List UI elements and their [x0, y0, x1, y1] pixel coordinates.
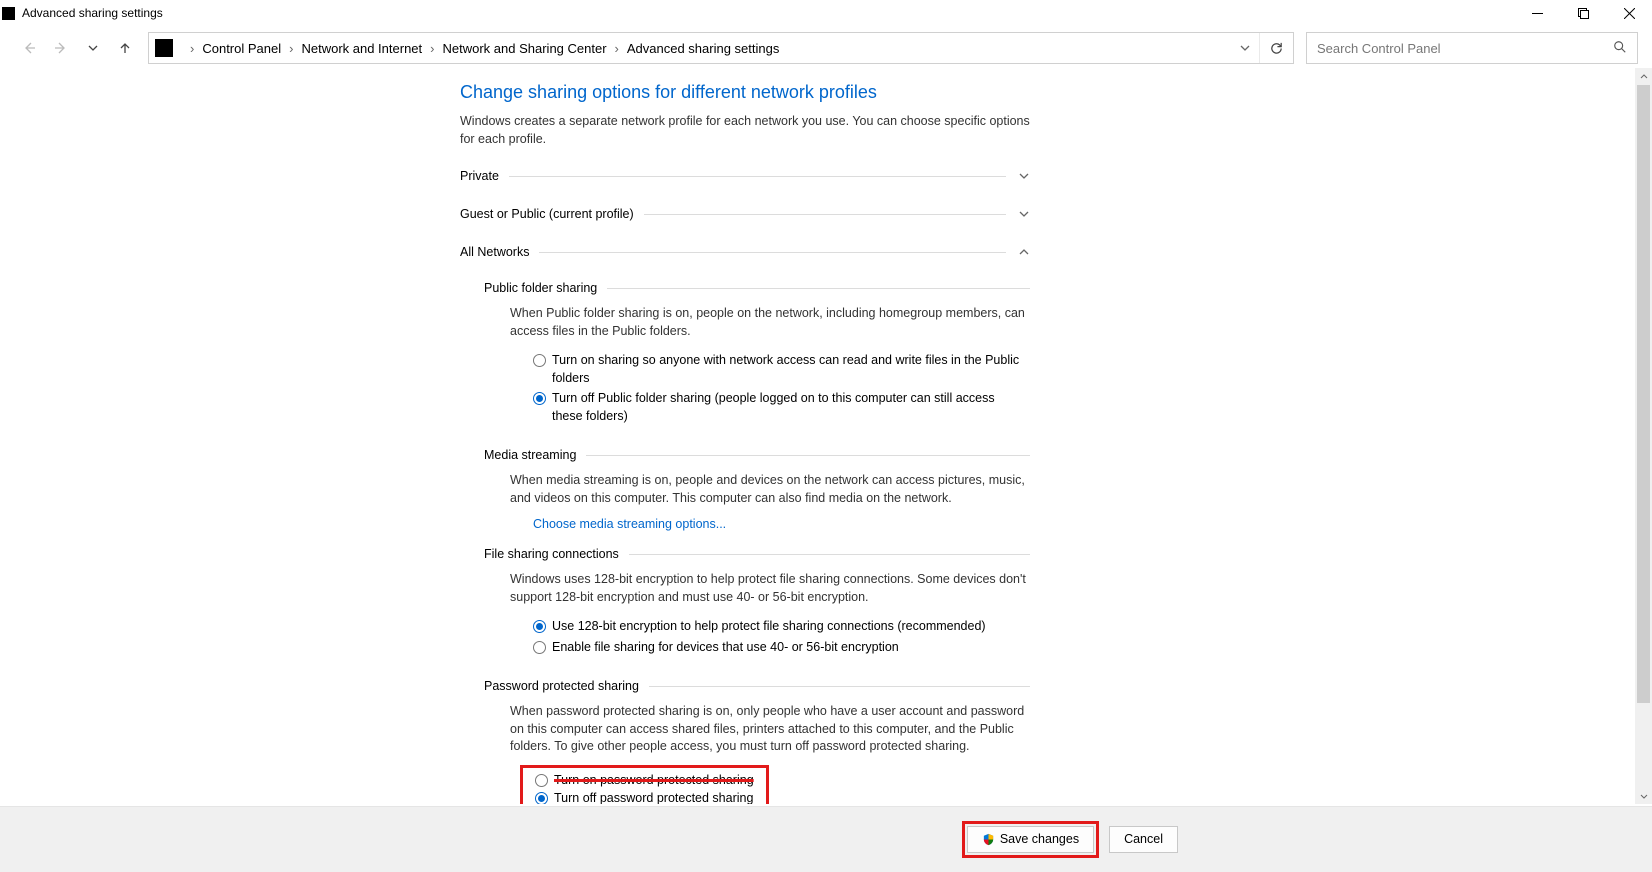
radio-label: Use 128-bit encryption to help protect f… [552, 618, 986, 636]
chevron-down-icon [1018, 170, 1030, 182]
app-icon [2, 7, 15, 20]
breadcrumb-sep [607, 41, 627, 56]
radio-4056bit[interactable]: Enable file sharing for devices that use… [460, 639, 1030, 657]
cancel-label: Cancel [1124, 831, 1163, 849]
main-content: Change sharing options for different net… [460, 68, 1030, 804]
page-description: Windows creates a separate network profi… [460, 113, 1030, 148]
section-desc: When Public folder sharing is on, people… [460, 305, 1030, 340]
breadcrumb-sep [281, 41, 301, 56]
radio-icon [533, 641, 546, 654]
section-media: Media streaming When media streaming is … [460, 448, 1030, 531]
close-button[interactable] [1606, 0, 1652, 26]
title-bar: Advanced sharing settings [0, 0, 1652, 26]
radio-label: Turn on sharing so anyone with network a… [552, 352, 1026, 387]
breadcrumb-item[interactable]: Network and Internet [301, 41, 422, 56]
minimize-icon [1532, 8, 1543, 19]
save-label: Save changes [1000, 831, 1079, 849]
page-heading: Change sharing options for different net… [460, 82, 1030, 103]
chevron-down-icon [1018, 208, 1030, 220]
scroll-up-button[interactable] [1635, 68, 1652, 85]
profile-guest-header[interactable]: Guest or Public (current profile) [460, 201, 1030, 227]
profile-private-header[interactable]: Private [460, 163, 1030, 189]
breadcrumb-item[interactable]: Advanced sharing settings [627, 41, 779, 56]
radio-label: Enable file sharing for devices that use… [552, 639, 899, 657]
section-password: Password protected sharing When password… [460, 679, 1030, 804]
scroll-thumb[interactable] [1637, 85, 1650, 703]
location-icon [155, 39, 173, 57]
address-history-button[interactable] [1231, 43, 1259, 53]
back-icon [21, 40, 37, 56]
forward-icon [53, 40, 69, 56]
up-icon [118, 41, 132, 55]
radio-public-off[interactable]: Turn off Public folder sharing (people l… [460, 390, 1030, 425]
maximize-button[interactable] [1560, 0, 1606, 26]
radio-public-on[interactable]: Turn on sharing so anyone with network a… [460, 352, 1030, 387]
profile-label: Private [460, 169, 499, 183]
radio-label: Turn on password protected sharing [554, 772, 754, 790]
chevron-down-icon [88, 43, 98, 53]
section-title: Media streaming [484, 448, 576, 462]
radio-icon [533, 392, 546, 405]
refresh-button[interactable] [1259, 33, 1293, 63]
shield-icon [982, 833, 995, 846]
radio-password-off[interactable]: Turn off password protected sharing [535, 790, 758, 804]
profile-all-header[interactable]: All Networks [460, 239, 1030, 265]
highlight-save: Save changes [962, 821, 1099, 859]
section-title: Password protected sharing [484, 679, 639, 693]
profile-label: Guest or Public (current profile) [460, 207, 634, 221]
section-desc: Windows uses 128-bit encryption to help … [460, 571, 1030, 606]
section-desc: When media streaming is on, people and d… [460, 472, 1030, 507]
footer: Save changes Cancel [0, 806, 1652, 872]
section-file-sharing: File sharing connections Windows uses 12… [460, 547, 1030, 663]
search-box[interactable] [1306, 32, 1638, 64]
forward-button[interactable] [46, 33, 76, 63]
breadcrumb-sep [182, 41, 202, 56]
chevron-down-icon [1240, 43, 1250, 53]
minimize-button[interactable] [1514, 0, 1560, 26]
recent-button[interactable] [78, 33, 108, 63]
save-button[interactable]: Save changes [967, 826, 1094, 854]
radio-icon [535, 774, 548, 787]
back-button[interactable] [14, 33, 44, 63]
window-title: Advanced sharing settings [22, 6, 163, 20]
search-input[interactable] [1317, 41, 1613, 56]
profile-label: All Networks [460, 245, 529, 259]
search-icon [1613, 40, 1627, 57]
nav-bar: Control Panel Network and Internet Netwo… [0, 30, 1652, 66]
scrollbar[interactable] [1635, 68, 1652, 804]
scroll-track[interactable] [1635, 85, 1652, 787]
radio-password-on[interactable]: Turn on password protected sharing [535, 772, 758, 790]
radio-128bit[interactable]: Use 128-bit encryption to help protect f… [460, 618, 1030, 636]
breadcrumb-sep [422, 41, 442, 56]
section-title: Public folder sharing [484, 281, 597, 295]
breadcrumb-item[interactable]: Control Panel [202, 41, 281, 56]
radio-label: Turn off password protected sharing [554, 790, 753, 804]
radio-icon [533, 620, 546, 633]
section-desc: When password protected sharing is on, o… [460, 703, 1030, 756]
scroll-down-button[interactable] [1635, 787, 1652, 804]
highlight-password-off: Turn on password protected sharing Turn … [520, 765, 769, 805]
up-button[interactable] [110, 33, 140, 63]
cancel-button[interactable]: Cancel [1109, 826, 1178, 854]
maximize-icon [1578, 8, 1589, 19]
chevron-up-icon [1018, 246, 1030, 258]
radio-icon [535, 792, 548, 804]
radio-icon [533, 354, 546, 367]
section-title: File sharing connections [484, 547, 619, 561]
radio-label: Turn off Public folder sharing (people l… [552, 390, 1026, 425]
breadcrumb-item[interactable]: Network and Sharing Center [443, 41, 607, 56]
section-public-folder: Public folder sharing When Public folder… [460, 281, 1030, 432]
refresh-icon [1269, 41, 1284, 56]
address-bar[interactable]: Control Panel Network and Internet Netwo… [148, 32, 1294, 64]
media-options-link[interactable]: Choose media streaming options... [460, 517, 1030, 531]
close-icon [1624, 8, 1635, 19]
